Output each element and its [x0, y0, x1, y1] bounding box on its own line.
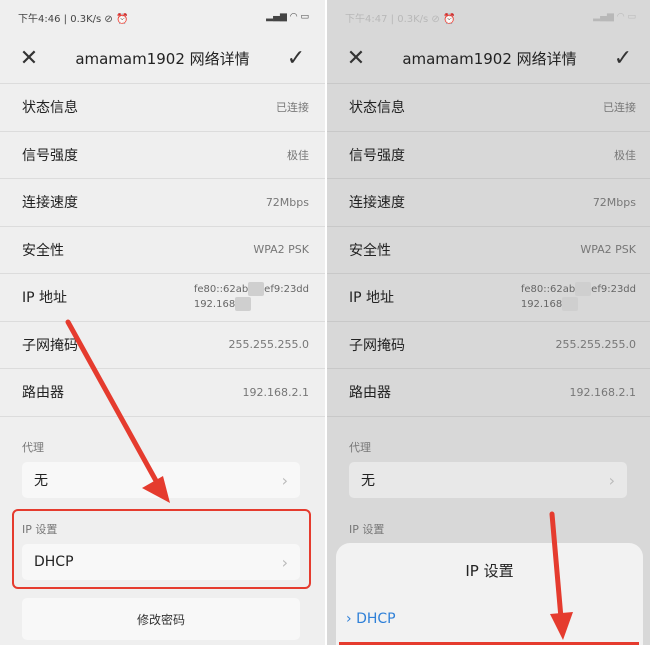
network-details-screen-right: 下午4:47 | 0.3K/s ⊘ ⏰ ▂▄▆ ◠ ▭ ✕ amamam1902… — [327, 0, 650, 645]
annotation-arrow — [65, 319, 170, 503]
annotation-arrow — [549, 511, 573, 640]
network-details-screen-left: 下午4:46 | 0.3K/s ⊘ ⏰ ▂▄▆ ◠ ▭ ✕ amamam1902… — [0, 0, 325, 645]
